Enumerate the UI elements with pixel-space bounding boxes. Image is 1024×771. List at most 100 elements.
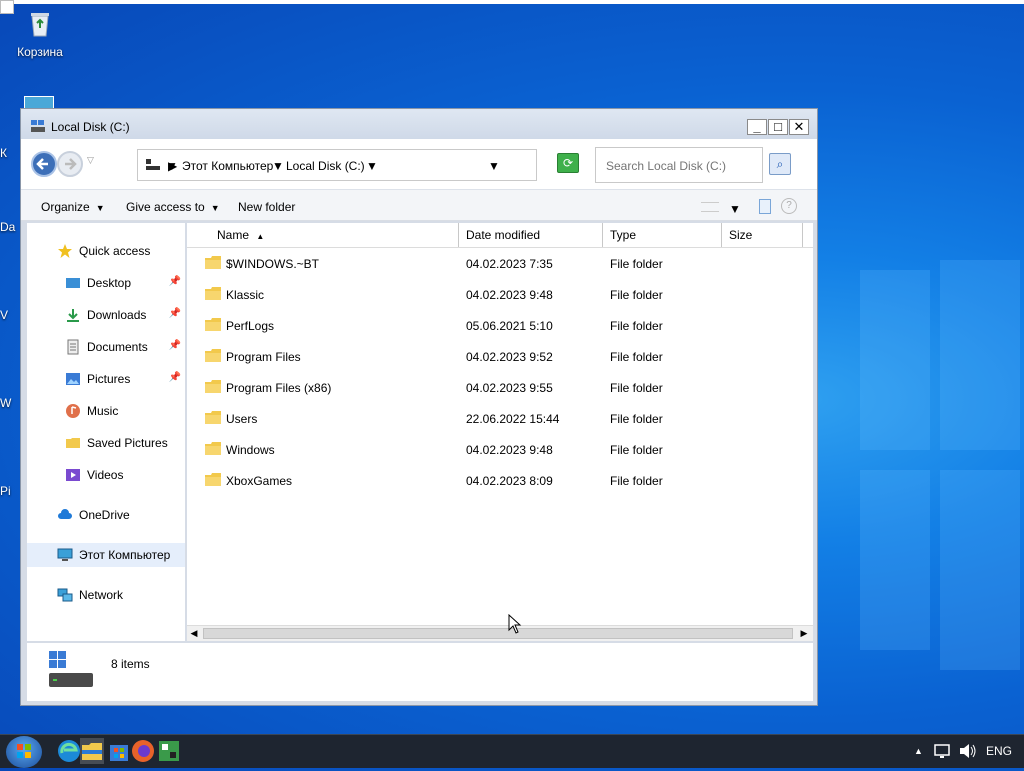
file-name: Program Files bbox=[226, 350, 301, 364]
file-type: File folder bbox=[610, 319, 663, 333]
app-taskbar-button[interactable] bbox=[156, 738, 182, 764]
show-hidden-icons-icon[interactable]: ▲ bbox=[914, 746, 923, 756]
scroll-right-icon[interactable]: ▶ bbox=[797, 626, 811, 640]
recycle-bin-icon bbox=[31, 13, 49, 37]
sidebar-item-downloads[interactable]: Downloads 📌 bbox=[27, 303, 185, 327]
file-name: Users bbox=[226, 412, 258, 426]
help-icon[interactable]: ? bbox=[781, 198, 797, 214]
sidebar-item-label: OneDrive bbox=[79, 508, 130, 522]
firefox-taskbar-button[interactable] bbox=[130, 738, 156, 764]
cloud-icon bbox=[58, 509, 72, 519]
mouse-cursor-icon bbox=[508, 614, 522, 634]
address-bar[interactable]: ▶ ▼ Этот Компьютер ▼ Local Disk (C:) ▼ ▼ bbox=[137, 149, 537, 181]
windows-logo-wallpaper bbox=[820, 260, 1020, 710]
close-button[interactable]: ✕ bbox=[789, 119, 809, 135]
table-row[interactable]: Klassic 04.02.2023 9:48 File folder bbox=[187, 282, 813, 306]
computer-small-icon bbox=[146, 159, 160, 170]
breadcrumb-local-disk[interactable]: Local Disk (C:) bbox=[286, 159, 365, 173]
give-access-menu[interactable]: Give access to ▼ bbox=[126, 200, 220, 214]
table-row[interactable]: Program Files (x86) 04.02.2023 9:55 File f… bbox=[187, 375, 813, 399]
breadcrumb-separator-icon[interactable]: ▼ bbox=[366, 159, 378, 173]
column-date-modified[interactable]: Date modified bbox=[459, 223, 603, 247]
back-button[interactable] bbox=[31, 151, 57, 177]
navigation-pane: Quick access Desktop 📌 Downloads 📌 Docum… bbox=[27, 223, 185, 641]
column-type[interactable]: Type bbox=[603, 223, 722, 247]
give-access-label: Give access to bbox=[126, 200, 205, 214]
file-name: XboxGames bbox=[226, 474, 293, 488]
desktop-label-4: W bbox=[0, 396, 12, 410]
title-bar[interactable]: Local Disk (C:) _ □ ✕ bbox=[21, 109, 817, 139]
maximize-button[interactable]: □ bbox=[768, 119, 788, 135]
horizontal-scrollbar[interactable]: ◀ ▶ bbox=[187, 625, 813, 641]
details-pane: 8 items bbox=[27, 643, 813, 701]
column-name[interactable]: Name ▲ bbox=[209, 223, 459, 247]
chevron-down-icon: ▼ bbox=[95, 203, 105, 213]
edge-taskbar-button[interactable] bbox=[56, 738, 82, 764]
preview-pane-icon[interactable] bbox=[759, 199, 771, 214]
table-row[interactable]: Windows 04.02.2023 9:48 File folder bbox=[187, 437, 813, 461]
explorer-taskbar-button[interactable] bbox=[80, 738, 104, 764]
minimize-button[interactable]: _ bbox=[747, 119, 767, 135]
navigation-bar: ▽ ▶ ▼ Этот Компьютер ▼ Local Disk (C:) ▼… bbox=[21, 139, 817, 189]
desktop-label-2: Da bbox=[0, 220, 16, 234]
search-icon[interactable]: ⌕ bbox=[769, 153, 791, 175]
scroll-left-icon[interactable]: ◀ bbox=[187, 626, 201, 640]
sidebar-item-documents[interactable]: Documents 📌 bbox=[27, 335, 185, 359]
column-size[interactable]: Size bbox=[722, 223, 803, 247]
scrollbar-thumb[interactable] bbox=[203, 628, 793, 639]
folder-icon bbox=[205, 318, 221, 331]
window-title: Local Disk (C:) bbox=[51, 120, 130, 134]
view-dropdown-icon[interactable]: ▼ bbox=[729, 202, 741, 216]
documents-icon bbox=[67, 339, 79, 355]
file-type: File folder bbox=[610, 474, 663, 488]
sidebar-item-desktop[interactable]: Desktop 📌 bbox=[27, 271, 185, 295]
store-taskbar-button[interactable] bbox=[106, 738, 132, 764]
address-caret-root-icon[interactable]: ▼ bbox=[166, 159, 178, 173]
sidebar-item-label: Music bbox=[87, 404, 119, 418]
windows-logo-icon bbox=[17, 744, 31, 758]
sidebar-item-network[interactable]: Network bbox=[27, 583, 185, 607]
breadcrumb-separator-icon[interactable]: ▼ bbox=[272, 159, 284, 173]
sidebar-item-label: Documents bbox=[87, 340, 148, 354]
recycle-bin[interactable]: Корзина bbox=[12, 8, 68, 59]
search-box[interactable] bbox=[595, 147, 763, 183]
volume-icon[interactable] bbox=[958, 742, 978, 760]
search-input[interactable] bbox=[604, 158, 758, 174]
column-name-label: Name bbox=[217, 228, 250, 242]
table-row[interactable]: XboxGames 04.02.2023 8:09 File folder bbox=[187, 468, 813, 492]
organize-label: Organize bbox=[41, 200, 90, 214]
sidebar-item-this-pc[interactable]: Этот Компьютер bbox=[27, 543, 185, 567]
organize-menu[interactable]: Organize ▼ bbox=[41, 200, 105, 214]
sidebar-item-music[interactable]: Music bbox=[27, 399, 185, 423]
file-date: 04.02.2023 9:52 bbox=[466, 350, 553, 364]
file-type: File folder bbox=[610, 350, 663, 364]
new-folder-button[interactable]: New folder bbox=[238, 200, 295, 214]
sidebar-item-videos[interactable]: Videos bbox=[27, 463, 185, 487]
file-type: File folder bbox=[610, 257, 663, 271]
desktop-icon bbox=[66, 278, 80, 288]
sidebar-item-onedrive[interactable]: OneDrive bbox=[27, 503, 185, 527]
table-row[interactable]: Program Files 04.02.2023 9:52 File folder bbox=[187, 344, 813, 368]
sidebar-item-quick-access[interactable]: Quick access bbox=[27, 239, 185, 263]
file-name: PerfLogs bbox=[226, 319, 275, 333]
sidebar-item-saved-pictures[interactable]: Saved Pictures bbox=[27, 431, 185, 455]
address-history-dropdown-icon[interactable]: ▼ bbox=[488, 159, 500, 173]
forward-button[interactable] bbox=[57, 151, 83, 177]
download-icon bbox=[67, 309, 79, 322]
breadcrumb-computer[interactable]: Этот Компьютер bbox=[182, 159, 273, 173]
sidebar-item-pictures[interactable]: Pictures 📌 bbox=[27, 367, 185, 391]
table-row[interactable]: Users 22.06.2022 15:44 File folder bbox=[187, 406, 813, 430]
edge-icon bbox=[58, 740, 80, 762]
view-options-icon[interactable] bbox=[701, 202, 719, 212]
network-tray-icon[interactable] bbox=[934, 742, 952, 760]
table-row[interactable]: $WINDOWS.~BT 04.02.2023 7:35 File folder bbox=[187, 251, 813, 275]
file-name: Klassic bbox=[226, 288, 265, 302]
language-indicator[interactable]: ENG bbox=[986, 744, 1012, 758]
app-icon bbox=[159, 741, 179, 761]
refresh-button[interactable]: ⟳ bbox=[557, 153, 579, 173]
history-dropdown-icon[interactable]: ▽ bbox=[87, 155, 94, 166]
desktop-label-5: Pi bbox=[0, 484, 11, 498]
file-date: 05.06.2021 5:10 bbox=[466, 319, 553, 333]
table-row[interactable]: PerfLogs 05.06.2021 5:10 File folder bbox=[187, 313, 813, 337]
start-button[interactable] bbox=[6, 736, 42, 768]
